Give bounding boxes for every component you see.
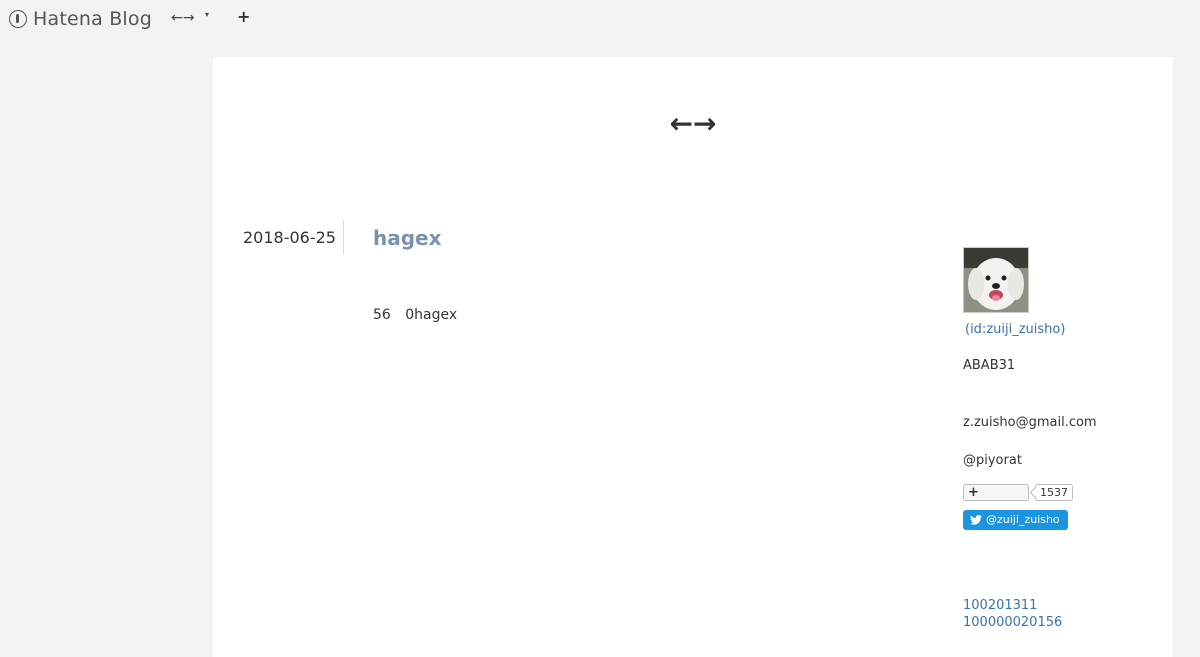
profile-avatar[interactable] <box>963 247 1029 313</box>
twitter-follow-button[interactable]: @zuiji_zuisho <box>963 510 1068 530</box>
add-entry-button[interactable]: + <box>237 7 250 26</box>
plus-icon: + <box>968 485 979 500</box>
global-header: Hatena Blog ←→ ▾ + <box>0 0 1200 40</box>
logo-text: Hatena Blog <box>33 8 152 30</box>
date-divider <box>343 220 344 254</box>
blog-title[interactable]: ←→ <box>213 107 1173 140</box>
hatena-logo-icon <box>9 10 27 28</box>
blog-container: ←→ 2018-06-25 hagex 56 0hagex (id:zuiji_… <box>213 57 1173 657</box>
dog-avatar-image <box>964 248 1028 312</box>
twitter-bird-icon <box>970 515 982 525</box>
entry-body: 56 0hagex <box>373 307 458 323</box>
blog-switcher[interactable]: ←→ <box>171 10 194 26</box>
subscribe-button[interactable]: + <box>963 484 1029 501</box>
entry-title[interactable]: hagex <box>373 226 442 250</box>
profile-twitter-handle: @piyorat <box>963 453 1022 468</box>
entry-date[interactable]: 2018-06-25 <box>243 228 336 247</box>
profile-email: z.zuisho@gmail.com <box>963 415 1097 430</box>
twitter-follow-label: @zuiji_zuisho <box>986 513 1060 526</box>
profile-description: ABAB31 <box>963 358 1016 373</box>
profile-id-link[interactable]: (id:zuiji_zuisho) <box>965 322 1065 337</box>
sidebar-link[interactable]: 100000020156 <box>963 615 1062 630</box>
subscriber-count: 1537 <box>1035 484 1073 501</box>
sidebar-link[interactable]: 100201311 <box>963 598 1037 613</box>
hatena-blog-logo[interactable]: Hatena Blog <box>9 8 152 30</box>
chevron-down-icon[interactable]: ▾ <box>205 10 209 19</box>
